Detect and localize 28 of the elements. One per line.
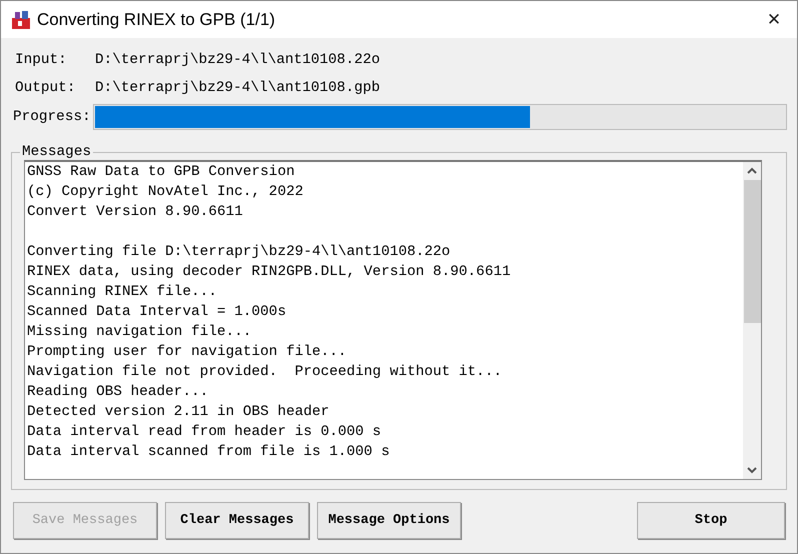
group-title: Messages [21,144,92,160]
file-path: D:\terraprj\bz29-4\l\ant10108.gpb [95,80,380,96]
message-line: Missing navigation file... [27,323,253,342]
message-line: Scanned Data Interval = 1.000s [27,303,288,322]
message-line: Data interval scanned from file is 1.000 s [27,443,391,462]
action-button[interactable]: Clear Messages [165,502,309,539]
app-icon [11,10,31,30]
message-line: GNSS Raw Data to GPB Conversion [27,163,296,182]
message-line: RINEX data, using decoder RIN2GPB.DLL, Version 8.90.6611 [27,263,512,282]
scrollbar[interactable] [743,162,761,479]
close-button[interactable]: ✕ [751,1,797,38]
scroll-thumb[interactable] [744,180,760,323]
message-line: Data interval read from header is 0.000 s [27,423,382,442]
message-line: Reading OBS header... [27,383,210,402]
message-line: Navigation file not provided. Proceeding without it... [27,363,503,382]
message-line: (c) Copyright NovAtel Inc., 2022 [27,183,304,202]
window-title: Converting RINEX to GPB (1/1) [37,10,276,30]
message-line: Converting file D:\terraprj\bz29-4\l\ant10108.22o [27,243,452,262]
message-line: Convert Version 8.90.6611 [27,203,244,222]
message-line: Prompting user for navigation file... [27,343,348,362]
field-label: Input: [14,52,68,68]
file-path: D:\terraprj\bz29-4\l\ant10108.22o [95,52,380,68]
field-label: Output: [14,80,76,96]
action-button[interactable]: Stop [637,502,785,539]
message-line: Scanning RINEX file... [27,283,218,302]
progress-label: Progress: [12,109,92,125]
message-line: Detected version 2.11 in OBS header [27,403,330,422]
action-button[interactable]: Message Options [317,502,461,539]
